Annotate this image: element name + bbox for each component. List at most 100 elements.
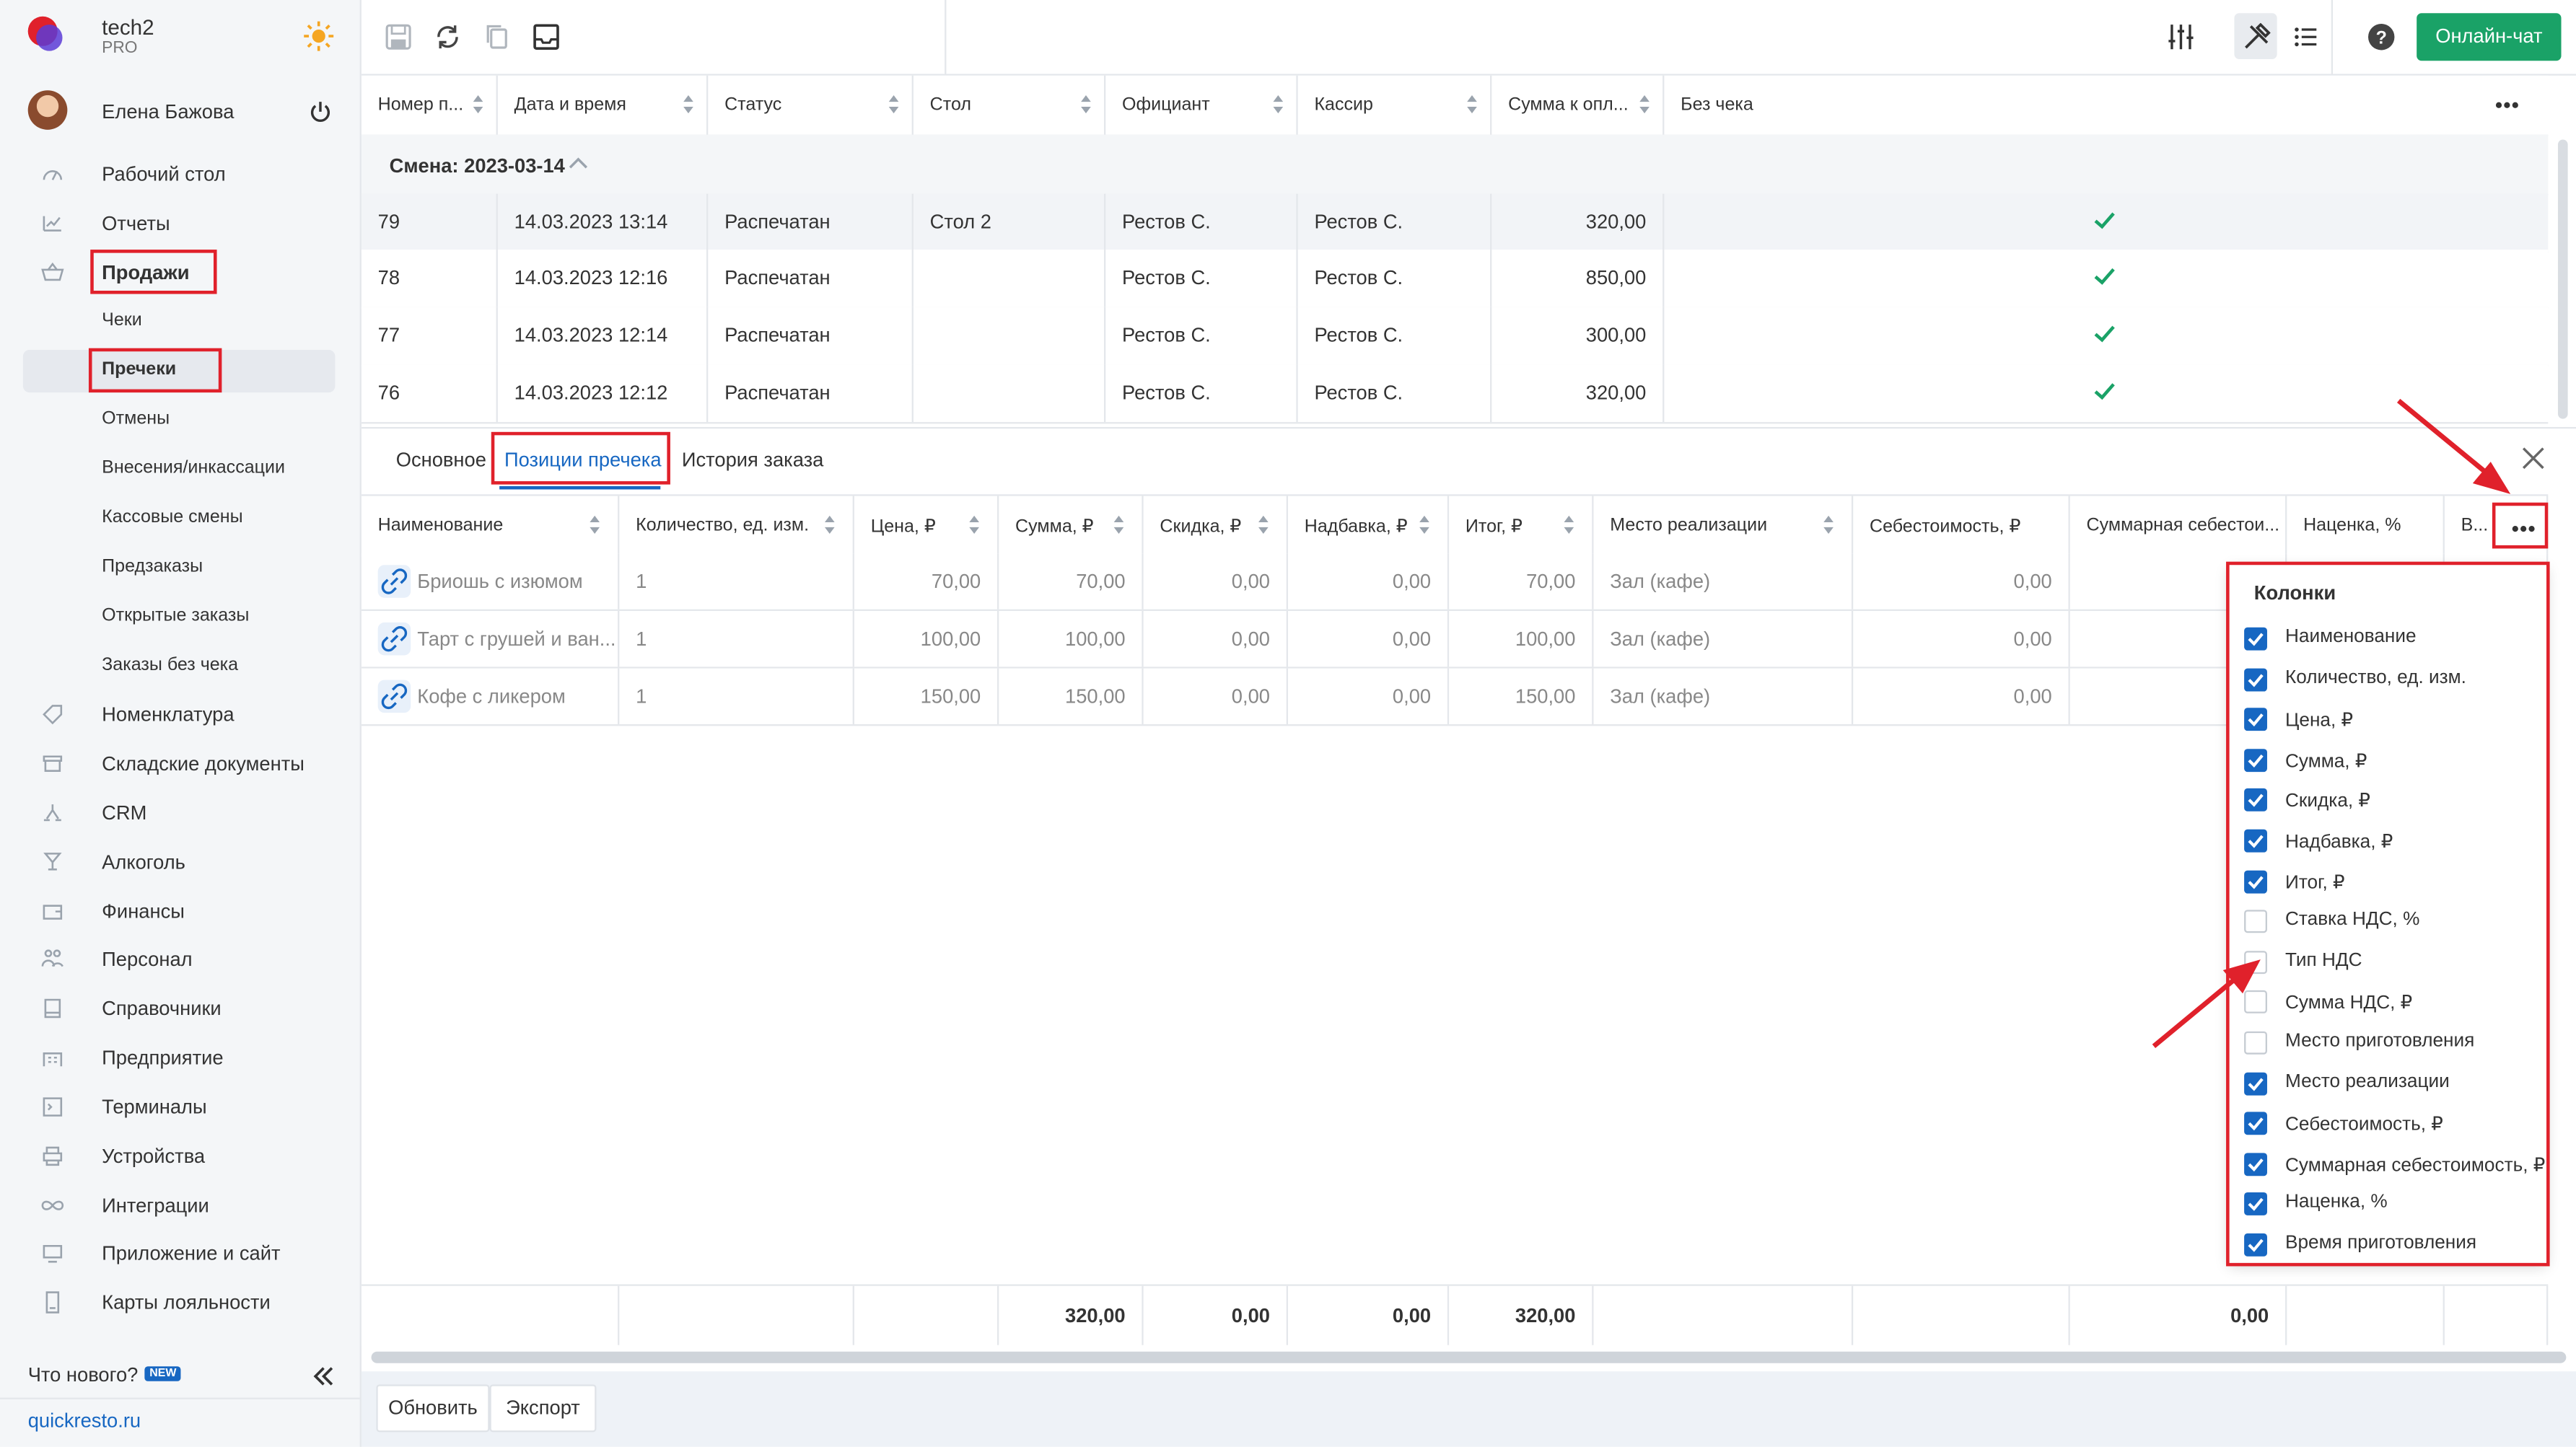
sidebar-item-21[interactable]: Интеграции [23,1184,336,1227]
sidebar-item-19[interactable]: Терминалы [23,1086,336,1128]
sort-icon[interactable] [888,95,901,114]
column-header[interactable]: Скидка, ₽ [1144,496,1289,555]
tab-main[interactable]: Основное [396,449,486,472]
column-header-label: Наценка, % [2303,515,2401,536]
sort-icon[interactable] [1258,515,1270,534]
column-header[interactable]: Себестоимость, ₽ [1853,496,2070,555]
column-header[interactable]: Сумма, ₽ [999,496,1144,555]
chevron-up-icon[interactable] [569,156,588,169]
sort-icon[interactable] [824,515,836,534]
crm-icon [43,804,61,822]
sort-icon[interactable] [1419,515,1431,534]
column-header[interactable]: Надбавка, ₽ [1288,496,1450,555]
sidebar-item-3[interactable]: Чеки [23,301,336,343]
sort-icon[interactable] [1467,95,1478,114]
sort-icon[interactable] [1081,95,1092,114]
tools-icon[interactable] [2243,22,2271,51]
sort-icon[interactable] [590,515,601,534]
refresh-button[interactable]: Обновить [376,1384,490,1433]
column-header[interactable]: Кассир [1298,75,1492,135]
help-icon[interactable]: ? [2367,23,2396,51]
sidebar-item-18[interactable]: Предприятие [23,1037,336,1079]
inbox-icon[interactable] [533,23,561,51]
sort-icon[interactable] [1639,95,1651,114]
site-link[interactable]: quickresto.ru [28,1409,141,1432]
avatar[interactable] [27,90,68,130]
column-header[interactable]: Статус [708,75,914,135]
sort-icon[interactable] [1564,515,1576,534]
toolbar-divider [945,0,947,74]
sidebar-item-20[interactable]: Устройства [23,1135,336,1177]
sidebar-item-10[interactable]: Заказы без чека [23,646,336,688]
table-row[interactable]: Бриошь с изюмом 1 70,00 70,00 0,00 0,00 70,00 З… [361,553,2549,611]
vertical-scrollbar[interactable] [2557,139,2568,419]
shift-group-row[interactable]: Смена: 2023-03-14 [361,134,2549,195]
sidebar-item-17[interactable]: Справочники [23,987,336,1029]
sidebar-item-7[interactable]: Кассовые смены [23,498,336,540]
link-icon[interactable] [377,622,411,656]
whats-new-link[interactable]: Что нового? [28,1363,139,1386]
sidebar-item-11[interactable]: Номенклатура [23,693,336,736]
copy-icon[interactable] [483,23,511,51]
column-header[interactable]: Место реализации [1593,496,1854,555]
column-header[interactable]: Стол [914,75,1106,135]
sidebar-item-22[interactable]: Приложение и сайт [23,1232,336,1275]
sort-icon[interactable] [473,95,485,114]
column-header[interactable]: Итог, ₽ [1449,496,1594,555]
sun-icon[interactable] [302,19,336,53]
sidebar-item-6[interactable]: Внесения/инкассации [23,449,336,491]
link-icon[interactable] [377,565,411,598]
table-row[interactable]: 79 14.03.2023 13:14 Распечатан Стол 2 Рестов… [361,193,2549,253]
sort-icon[interactable] [1113,515,1126,534]
column-header[interactable]: Сумма к опл... [1491,75,1665,135]
filter-sliders-icon[interactable] [2167,23,2195,51]
column-header[interactable]: Без чека [1664,76,2548,135]
more-options-icon[interactable] [2494,97,2520,113]
sidebar-item-0[interactable]: Рабочий стол [23,153,336,195]
table-row[interactable]: 76 14.03.2023 12:12 Распечатан Рестов С. Рес… [361,364,2549,424]
sidebar-item-12[interactable]: Складские документы [23,742,336,785]
list-icon[interactable] [2292,23,2320,51]
sidebar-item-14[interactable]: Алкоголь [23,841,336,884]
sidebar-item-9[interactable]: Открытые заказы [23,596,336,638]
table-row[interactable]: Тарт с грушей и ван... 1 100,00 100,00 0,00 0… [361,610,2549,669]
sort-icon[interactable] [683,95,695,114]
sidebar-item-5[interactable]: Отмены [23,399,336,441]
save-icon[interactable] [385,23,413,51]
sort-icon[interactable] [1273,95,1285,114]
collapse-sidebar-icon[interactable] [312,1366,336,1386]
link-icon[interactable] [377,679,411,713]
column-header[interactable]: Номер п... [362,75,498,135]
column-header[interactable]: Суммарная себестои... [2070,496,2287,555]
logo-icon[interactable] [26,14,66,54]
sidebar-item-16[interactable]: Персонал [23,938,336,980]
table-row[interactable]: Кофе с ликером 1 150,00 150,00 0,00 0,00 150,0… [361,668,2549,726]
table-row[interactable]: 78 14.03.2023 12:16 Распечатан Рестов С. Рес… [361,250,2549,309]
column-header[interactable]: Наименование [362,496,620,555]
tab-order-history[interactable]: История заказа [682,449,823,472]
sort-icon[interactable] [969,515,981,534]
user-name: Елена Бажова [102,100,235,123]
column-header[interactable]: Цена, ₽ [854,496,999,555]
columns-menu-button[interactable] [2492,502,2549,549]
column-header[interactable]: Количество, ед. изм. [619,496,854,555]
sort-icon[interactable] [1823,515,1835,534]
close-icon[interactable] [2522,447,2545,470]
sidebar-item-label: Устройства [102,1144,206,1168]
power-icon[interactable] [309,100,332,123]
export-button[interactable]: Экспорт [489,1384,597,1433]
more-options-icon[interactable] [2510,521,2536,537]
column-header[interactable]: Дата и время [498,75,709,135]
sidebar-item-8[interactable]: Предзаказы [23,547,336,589]
refresh-icon[interactable] [434,23,462,51]
column-header[interactable]: Официант [1105,75,1298,135]
sidebar-item-13[interactable]: CRM [23,791,336,834]
table-row[interactable]: 77 14.03.2023 12:14 Распечатан Рестов С. Рес… [361,307,2549,366]
sidebar-item-1[interactable]: Отчеты [23,202,336,245]
online-chat-button[interactable]: Онлайн-чат [2417,13,2562,61]
horizontal-scrollbar[interactable] [371,1351,2567,1363]
sidebar-item-15[interactable]: Финансы [23,890,336,933]
sidebar-item-23[interactable]: Карты лояльности [23,1281,336,1324]
sidebar-item-label: Кассовые смены [102,507,243,527]
column-header[interactable]: Наценка, % [2287,496,2445,555]
